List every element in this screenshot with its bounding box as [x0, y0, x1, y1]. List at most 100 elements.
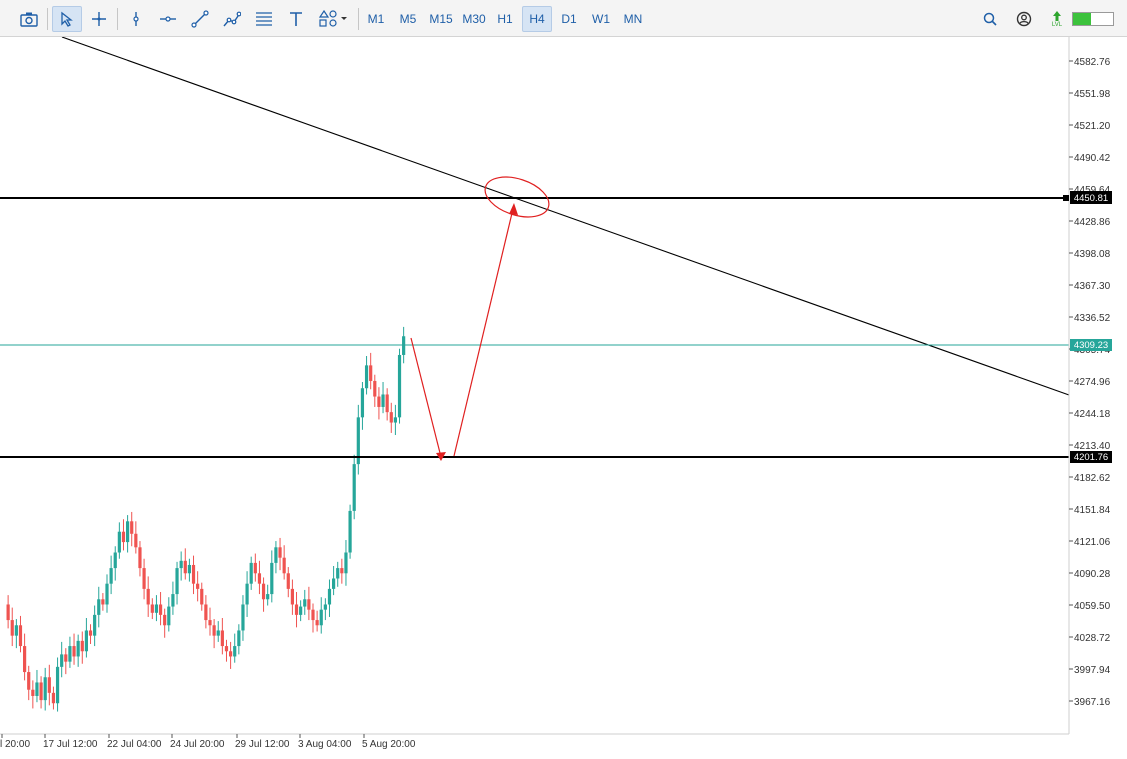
- toolbar-separator: [117, 8, 118, 30]
- bullish-candle: [84, 630, 88, 652]
- price-tick-label: 3967.16: [1074, 697, 1111, 708]
- timeframe-h4[interactable]: H4: [522, 6, 552, 32]
- time-axis-label: l 20:00: [0, 739, 30, 750]
- bullish-candle: [348, 510, 352, 553]
- price-chart[interactable]: 4582.76 4551.98 4521.20 4490.42 4459.64 4428.…: [0, 36, 1127, 754]
- bearish-candle: [191, 564, 196, 584]
- price-tick-label: 4028.72: [1074, 633, 1111, 644]
- price-tick-label: 4182.62: [1074, 473, 1111, 484]
- timeframe-m15[interactable]: M15: [425, 6, 457, 32]
- chart-toolbar: M1 M5 M15 M30 H1 H4 D1 W1 MN LVL: [0, 0, 1127, 37]
- bullish-candle: [126, 521, 130, 543]
- bearish-candle: [88, 630, 93, 636]
- horizontal-line-icon: [160, 16, 176, 22]
- text-button[interactable]: [283, 6, 309, 32]
- price-tick-label: 4213.40: [1074, 441, 1111, 452]
- time-axis-labels: l 20:00 17 Jul 12:00 22 Jul 04:00 24 Jul 20…: [0, 734, 416, 750]
- price-tick-label: 4090.28: [1074, 569, 1111, 580]
- timeframe-mn[interactable]: MN: [618, 6, 648, 32]
- bullish-candle: [270, 562, 274, 595]
- bullish-candle: [43, 677, 47, 701]
- current-price-label: 4309.23: [1074, 340, 1108, 351]
- bearish-candle: [101, 599, 105, 605]
- crosshair-button[interactable]: [86, 6, 112, 32]
- bearish-candle: [80, 640, 84, 652]
- timeframe-h1[interactable]: H1: [490, 6, 520, 32]
- bearish-candle: [208, 620, 212, 626]
- horizontal-line-button[interactable]: [155, 6, 181, 32]
- resistance-price-tag: 4450.81: [1063, 191, 1112, 204]
- trendline-icon: [191, 10, 209, 28]
- projection-down-arrow[interactable]: [410, 337, 442, 458]
- bullish-candle: [241, 604, 245, 631]
- shapes-button[interactable]: [315, 6, 351, 32]
- bullish-candle: [319, 609, 323, 626]
- bearish-candle: [183, 560, 187, 574]
- screenshot-icon: [20, 12, 38, 27]
- chart-canvas[interactable]: 4582.764551.984521.204490.424459.644428.…: [0, 36, 1127, 754]
- bearish-candle: [64, 654, 68, 662]
- price-tick-label: 4398.08: [1074, 249, 1111, 260]
- bearish-candle: [253, 562, 257, 574]
- bullish-candle: [393, 417, 397, 423]
- time-axis-label: 24 Jul 20:00: [170, 739, 225, 750]
- search-button[interactable]: [978, 6, 1002, 32]
- channel-button[interactable]: [219, 6, 245, 32]
- bearish-candle: [18, 625, 23, 647]
- bearish-candle: [257, 573, 262, 584]
- price-tick-label: 4151.84: [1074, 505, 1111, 516]
- descending-trendline[interactable]: [61, 36, 1070, 396]
- bullish-candle: [171, 594, 175, 607]
- screenshot-button[interactable]: [16, 6, 42, 32]
- projection-up-arrow[interactable]: [453, 208, 514, 457]
- text-icon: [290, 12, 302, 26]
- bullish-candle: [360, 388, 365, 418]
- bullish-candle: [109, 568, 113, 584]
- vertical-line-button[interactable]: [123, 6, 149, 32]
- bullish-candle: [249, 562, 253, 584]
- bullish-candle: [105, 583, 109, 605]
- bullish-candle: [364, 365, 369, 389]
- bearish-candle: [290, 588, 294, 605]
- search-icon: [983, 12, 997, 26]
- timeframe-m5[interactable]: M5: [393, 6, 423, 32]
- time-axis-label: 5 Aug 20:00: [362, 739, 416, 750]
- trendline-button[interactable]: [187, 6, 213, 32]
- signal-arrow-icon: [1053, 10, 1061, 21]
- timeframe-w1[interactable]: W1: [586, 6, 616, 32]
- bearish-candle: [150, 604, 154, 613]
- bearish-candle: [23, 646, 27, 673]
- bearish-candle: [196, 583, 200, 589]
- bearish-candle: [39, 682, 43, 701]
- price-tick-label: 4244.18: [1074, 409, 1111, 420]
- time-axis-label: 3 Aug 04:00: [298, 739, 352, 750]
- timeframe-d1[interactable]: D1: [554, 6, 584, 32]
- bullish-candle: [245, 583, 249, 605]
- connection-strength-bar: [1072, 12, 1114, 26]
- fibonacci-button[interactable]: [251, 6, 277, 32]
- timeframe-m30[interactable]: M30: [458, 6, 490, 32]
- bearish-candle: [134, 533, 138, 548]
- bearish-candle: [286, 573, 290, 589]
- timeframe-m1[interactable]: M1: [361, 6, 391, 32]
- signal-level-button[interactable]: LVL: [1046, 6, 1068, 32]
- bullish-candle: [167, 606, 171, 626]
- candlestick-series: [6, 326, 406, 712]
- fibonacci-icon: [256, 12, 272, 26]
- price-tick-label: 4367.30: [1074, 281, 1111, 292]
- bullish-candle: [352, 464, 356, 511]
- bearish-candle: [261, 583, 266, 600]
- bearish-candle: [146, 588, 150, 605]
- bullish-candle: [93, 614, 97, 636]
- bearish-candle: [294, 604, 299, 615]
- account-button[interactable]: [1012, 6, 1036, 32]
- bearish-candle: [47, 677, 51, 693]
- bullish-candle: [113, 552, 117, 569]
- bearish-candle: [389, 412, 393, 423]
- cursor-button[interactable]: [52, 6, 82, 32]
- bearish-candle: [31, 689, 35, 696]
- price-tick-label: 4582.76: [1074, 57, 1111, 68]
- bullish-candle: [76, 640, 80, 657]
- price-axis-ticks: 4582.764551.984521.204490.424459.644428.…: [1069, 57, 1111, 708]
- bearish-candle: [212, 625, 216, 636]
